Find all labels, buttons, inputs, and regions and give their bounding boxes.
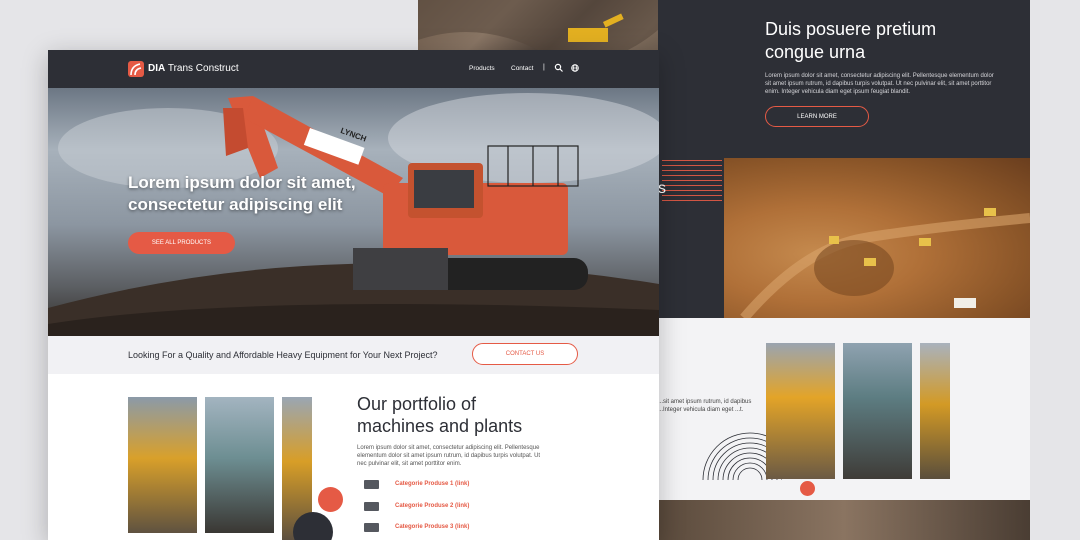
cta-text: Looking For a Quality and Affordable Hea…: [128, 350, 438, 360]
feature-heading-line1: Duis posuere pretium: [765, 19, 937, 39]
red-dot-decoration: [800, 481, 815, 496]
truck-icon: [364, 522, 379, 532]
feature-heading-line2: congue urna: [765, 42, 866, 62]
portfolio-title-line1: Our portfolio of: [357, 394, 477, 414]
brand-name[interactable]: DIA Trans Construct: [148, 63, 239, 74]
nav-products[interactable]: Products: [469, 65, 495, 72]
contact-us-button[interactable]: CONTACT US: [472, 343, 578, 365]
truck-icon: [364, 479, 379, 489]
gallery-photo-2: [843, 343, 912, 479]
red-dot-decoration: [318, 487, 343, 512]
hero-title: Lorem ipsum dolor sit amet, consectetur …: [128, 172, 388, 216]
category-link-3[interactable]: Categorie Produse 3 (link): [364, 521, 524, 533]
learn-more-button[interactable]: LEARN MORE: [765, 106, 869, 127]
logo-icon[interactable]: [128, 61, 144, 77]
feature-heading: Duis posuere pretium congue urna: [765, 18, 1005, 64]
brand-rest: Trans Construct: [165, 63, 239, 74]
hero-title-line2: consectetur adipiscing elit: [128, 195, 343, 214]
portfolio-text: Lorem ipsum dolor sit amet, consectetur …: [357, 445, 541, 467]
portfolio-photo-1: [128, 397, 197, 533]
feature-text: Lorem ipsum dolor sit amet, consectetur …: [765, 73, 994, 95]
front-page-preview: DIA Trans Construct Products Contact | L…: [48, 50, 659, 540]
dark-circle-decoration: [293, 512, 333, 540]
see-all-products-button[interactable]: SEE ALL PRODUCTS: [128, 232, 235, 254]
stripe-decoration: [662, 160, 722, 202]
truck-icon: [364, 501, 379, 511]
category-label[interactable]: Categorie Produse 1 (link): [395, 481, 469, 487]
gallery-photo-1: [766, 343, 835, 479]
nav-contact[interactable]: Contact: [511, 65, 533, 72]
category-label[interactable]: Categorie Produse 2 (link): [395, 503, 469, 509]
gallery-photo-3: [920, 343, 950, 479]
nav-separator: |: [543, 64, 545, 71]
globe-icon[interactable]: [570, 63, 580, 73]
brand-bold: DIA: [148, 63, 166, 74]
category-link-2[interactable]: Categorie Produse 2 (link): [364, 500, 524, 512]
gallery-text-fragment: ...sit amet ipsum rutrum, id dapibus ...…: [658, 399, 752, 413]
search-icon[interactable]: [554, 63, 564, 73]
mine-aerial-photo: [724, 158, 1030, 318]
category-link-1[interactable]: Categorie Produse 1 (link): [364, 478, 524, 490]
portfolio-photo-2: [205, 397, 274, 533]
quarry-photo-bottom: [658, 500, 1030, 540]
portfolio-title: Our portfolio of machines and plants: [357, 393, 557, 437]
category-label[interactable]: Categorie Produse 3 (link): [395, 524, 469, 530]
mid-heading-fragment: s: [658, 180, 666, 197]
portfolio-title-line2: machines and plants: [357, 416, 523, 436]
hero-title-line1: Lorem ipsum dolor sit amet,: [128, 173, 356, 192]
